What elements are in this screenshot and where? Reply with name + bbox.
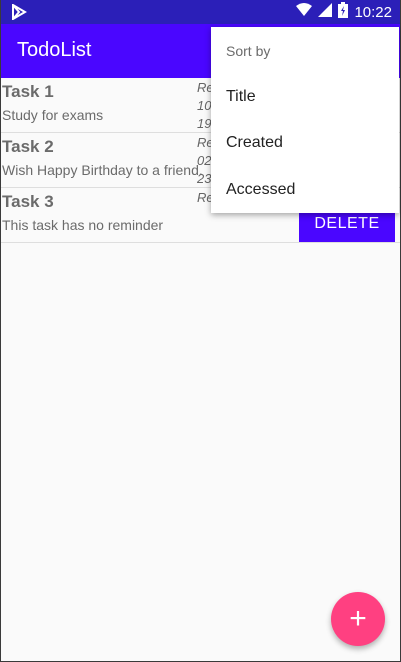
play-store-icon	[11, 3, 27, 21]
status-icons: 10:22	[296, 0, 392, 24]
task-description: Wish Happy Birthday to a friend.	[2, 162, 203, 178]
sort-option-created[interactable]: Created	[211, 120, 399, 166]
sort-menu-header: Sort by	[226, 43, 271, 59]
task-reminder-time: 19	[197, 116, 212, 131]
wifi-icon	[296, 2, 313, 22]
task-reminder-date: 10	[197, 98, 212, 113]
add-task-button[interactable]: +	[331, 592, 385, 646]
task-title: Task 1	[2, 82, 54, 101]
app-title: TodoList	[17, 39, 92, 61]
clock: 10:22	[354, 3, 392, 21]
sort-menu: Sort by Title Created Accessed	[211, 27, 399, 213]
task-reminder-date: 02	[197, 153, 212, 168]
task-title: Task 2	[2, 137, 54, 156]
task-title: Task 3	[2, 192, 54, 211]
battery-icon	[338, 1, 349, 23]
task-description: This task has no reminder	[2, 217, 164, 233]
task-description: Study for exams	[2, 107, 104, 123]
task-reminder-time: 23	[197, 171, 212, 186]
plus-icon: +	[349, 602, 367, 635]
sort-option-accessed[interactable]: Accessed	[211, 167, 399, 213]
status-bar: 10:22	[1, 0, 400, 24]
signal-icon	[318, 2, 333, 22]
sort-option-title[interactable]: Title	[211, 74, 399, 120]
